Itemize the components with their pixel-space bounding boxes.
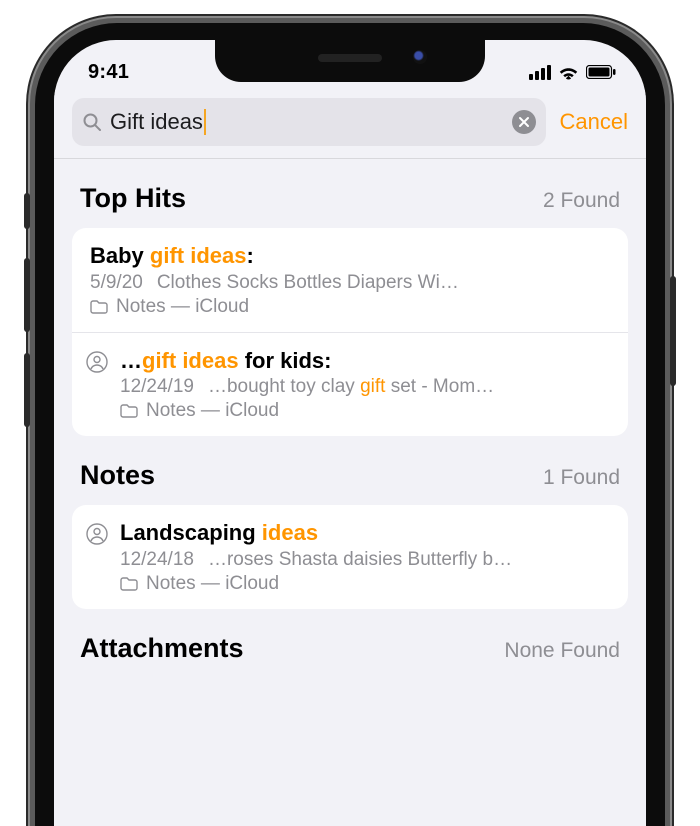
- section-header-attachments: Attachments None Found: [54, 609, 646, 678]
- section-title: Top Hits: [80, 183, 186, 214]
- title-pre: …: [120, 348, 142, 373]
- result-location: Notes — iCloud: [90, 296, 610, 318]
- shared-icon: [86, 351, 108, 373]
- search-bar: Gift ideas Cancel: [54, 90, 646, 159]
- clear-icon: [518, 116, 530, 128]
- result-title: Landscaping ideas: [120, 519, 610, 547]
- result-location-text: Notes — iCloud: [146, 573, 279, 595]
- text-cursor: [204, 109, 206, 135]
- search-result[interactable]: …gift ideas for kids: 12/24/19 …bought t…: [72, 332, 628, 437]
- result-location: Notes — iCloud: [120, 573, 610, 595]
- search-input[interactable]: Gift ideas: [72, 98, 546, 146]
- cellular-icon: [529, 65, 551, 80]
- screen: 9:41: [54, 40, 646, 826]
- volume-up-key: [24, 258, 30, 332]
- search-icon: [82, 112, 102, 132]
- result-title: …gift ideas for kids:: [120, 347, 610, 375]
- section-count: 1 Found: [543, 466, 620, 490]
- results-scroll[interactable]: Top Hits 2 Found Baby gift ideas: 5/9/20…: [54, 159, 646, 678]
- shared-icon: [86, 523, 108, 545]
- notch: [215, 40, 485, 82]
- search-query: Gift ideas: [110, 109, 504, 135]
- device-frame: 9:41: [30, 18, 670, 826]
- title-pre: Baby: [90, 243, 150, 268]
- volume-down-key: [24, 353, 30, 427]
- result-snippet: Clothes Socks Bottles Diapers Wi…: [157, 272, 459, 294]
- result-location-text: Notes — iCloud: [146, 400, 279, 422]
- section-header-top-hits: Top Hits 2 Found: [54, 159, 646, 228]
- cancel-button[interactable]: Cancel: [560, 109, 628, 135]
- result-subline: 5/9/20 Clothes Socks Bottles Diapers Wi…: [90, 272, 610, 294]
- title-highlight: gift ideas: [142, 348, 239, 373]
- section-header-notes: Notes 1 Found: [54, 436, 646, 505]
- clear-search-button[interactable]: [512, 110, 536, 134]
- result-title: Baby gift ideas:: [90, 242, 610, 270]
- search-result[interactable]: Baby gift ideas: 5/9/20 Clothes Socks Bo…: [72, 228, 628, 332]
- result-date: 5/9/20: [90, 272, 143, 294]
- title-pre: Landscaping: [120, 520, 262, 545]
- section-count: 2 Found: [543, 189, 620, 213]
- result-date: 12/24/18: [120, 549, 194, 571]
- result-subline: 12/24/19 …bought toy clay gift set - Mom…: [120, 376, 610, 398]
- result-subline: 12/24/18 …roses Shasta daisies Butterfly…: [120, 549, 610, 571]
- section-title: Notes: [80, 460, 155, 491]
- result-location-text: Notes — iCloud: [116, 296, 249, 318]
- title-post: :: [247, 243, 254, 268]
- title-highlight: gift ideas: [150, 243, 247, 268]
- folder-icon: [120, 404, 138, 418]
- wifi-icon: [558, 65, 579, 80]
- title-highlight: ideas: [262, 520, 318, 545]
- folder-icon: [90, 300, 108, 314]
- folder-icon: [120, 577, 138, 591]
- status-indicators: [529, 65, 616, 80]
- power-key: [670, 276, 676, 386]
- search-result[interactable]: Landscaping ideas 12/24/18 …roses Shasta…: [72, 505, 628, 609]
- notes-card: Landscaping ideas 12/24/18 …roses Shasta…: [72, 505, 628, 609]
- battery-icon: [586, 65, 616, 79]
- result-location: Notes — iCloud: [120, 400, 610, 422]
- status-time: 9:41: [88, 61, 129, 84]
- title-post: for kids:: [239, 348, 332, 373]
- section-title: Attachments: [80, 633, 244, 664]
- mute-switch: [24, 193, 30, 229]
- result-snippet: …roses Shasta daisies Butterfly b…: [208, 549, 512, 571]
- result-date: 12/24/19: [120, 376, 194, 398]
- section-count: None Found: [504, 639, 620, 663]
- search-query-text: Gift ideas: [110, 109, 203, 135]
- top-hits-card: Baby gift ideas: 5/9/20 Clothes Socks Bo…: [72, 228, 628, 436]
- result-snippet: …bought toy clay gift set - Mom…: [208, 376, 494, 398]
